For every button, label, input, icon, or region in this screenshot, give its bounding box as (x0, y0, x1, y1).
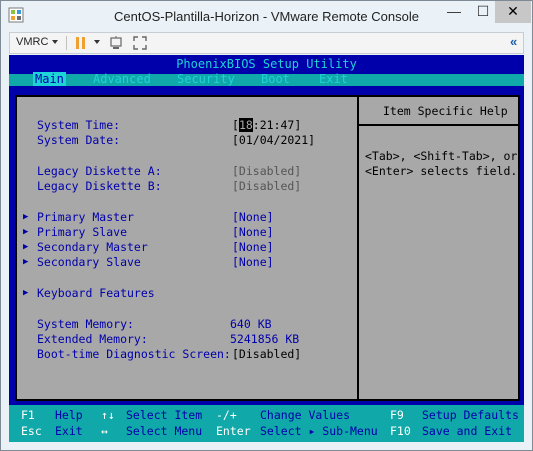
boot-diagnostic-value[interactable]: [Disabled] (232, 347, 301, 361)
key-enter-desc: Select ▸ Sub-Menu (260, 424, 378, 438)
pause-icon[interactable] (76, 37, 86, 49)
tab-exit[interactable]: Exit (319, 72, 348, 86)
key-leftright-desc: Select Menu (126, 424, 203, 438)
keyboard-features-item[interactable]: Keyboard Features (37, 286, 155, 300)
submenu-arrow-icon: ▶ (23, 212, 29, 222)
key-plusminus: -/+ (216, 408, 237, 422)
system-date-label: System Date: (37, 133, 121, 147)
legacy-diskette-a-value[interactable]: [Disabled] (232, 164, 301, 178)
fullscreen-icon[interactable] (132, 35, 148, 51)
vmrc-window: CentOS-Plantilla-Horizon - VMware Remote… (0, 0, 533, 451)
send-keys-icon[interactable] (108, 35, 124, 51)
secondary-master-item[interactable]: Secondary Master (37, 240, 148, 254)
system-time-label: System Time: (37, 118, 121, 132)
collapse-toolbar-icon[interactable]: « (510, 34, 517, 49)
vmrc-toolbar: VMRC « (9, 32, 524, 54)
settings-panel: Item Specific Help <Tab>, <Shift-Tab>, o… (15, 95, 520, 401)
secondary-master-value: [None] (232, 240, 274, 254)
extended-memory-label: Extended Memory: (37, 332, 148, 346)
primary-master-item[interactable]: Primary Master (37, 210, 134, 224)
help-text-line-2: <Enter> selects field. (365, 164, 518, 178)
system-memory-label: System Memory: (37, 317, 134, 331)
time-rest: :21:47] (252, 118, 302, 132)
key-enter: Enter (216, 424, 251, 438)
maximize-button[interactable]: ☐ (468, 1, 498, 23)
system-date-value[interactable]: [01/04/2021] (232, 133, 315, 147)
tab-security[interactable]: Security (177, 72, 235, 86)
tab-advanced[interactable]: Advanced (93, 72, 151, 86)
legacy-diskette-b-value[interactable]: [Disabled] (232, 179, 301, 193)
help-title-divider (359, 124, 520, 126)
key-updown-desc: Select Item (126, 408, 203, 422)
key-f9: F9 (390, 408, 404, 422)
submenu-arrow-icon: ▶ (23, 227, 29, 237)
tab-main[interactable]: Main (33, 72, 66, 86)
boot-diagnostic-label: Boot-time Diagnostic Screen: (37, 347, 231, 361)
vmrc-menu-button[interactable]: VMRC (16, 36, 48, 48)
help-text-line-1: <Tab>, <Shift-Tab>, or (365, 149, 518, 163)
time-hour-cursor[interactable]: 18 (238, 118, 253, 132)
submenu-arrow-icon: ▶ (23, 257, 29, 267)
submenu-arrow-icon: ▶ (23, 288, 29, 298)
key-legend: F1 Help ↑↓ Select Item -/+ Change Values… (9, 405, 524, 442)
key-f1-desc: Help (55, 408, 83, 422)
system-memory-value: 640 KB (230, 317, 272, 331)
legacy-diskette-b-label: Legacy Diskette B: (37, 179, 162, 193)
minimize-button[interactable]: — (439, 1, 469, 23)
chevron-down-icon[interactable] (94, 40, 100, 44)
primary-slave-item[interactable]: Primary Slave (37, 225, 127, 239)
bios-title: PhoenixBIOS Setup Utility (176, 57, 357, 71)
primary-master-value: [None] (232, 210, 274, 224)
key-esc-desc: Exit (55, 424, 83, 438)
tab-boot[interactable]: Boot (261, 72, 290, 86)
primary-slave-value: [None] (232, 225, 274, 239)
key-updown: ↑↓ (101, 408, 115, 422)
key-esc: Esc (21, 424, 42, 438)
bracket-open: [ (232, 118, 239, 132)
key-f9-desc: Setup Defaults (422, 408, 519, 422)
secondary-slave-value: [None] (232, 255, 274, 269)
key-leftright: ↔ (101, 424, 108, 438)
panel-divider (357, 97, 359, 399)
key-f1: F1 (21, 408, 35, 422)
extended-memory-value: 5241856 KB (230, 332, 300, 346)
toolbar-separator (66, 36, 67, 50)
secondary-slave-item[interactable]: Secondary Slave (37, 255, 141, 269)
help-title: Item Specific Help (383, 104, 508, 118)
bios-screen[interactable]: PhoenixBIOS Setup Utility Main Advanced … (9, 55, 524, 442)
submenu-arrow-icon: ▶ (23, 242, 29, 252)
key-f10-desc: Save and Exit (422, 424, 513, 438)
legacy-diskette-a-label: Legacy Diskette A: (37, 164, 162, 178)
title-bar[interactable]: CentOS-Plantilla-Horizon - VMware Remote… (1, 1, 532, 31)
key-f10: F10 (390, 424, 411, 438)
chevron-down-icon[interactable] (52, 40, 58, 44)
system-time-value[interactable]: [18:21:47] (232, 118, 301, 132)
close-button[interactable]: ✕ (495, 1, 531, 23)
key-plusminus-desc: Change Values (260, 408, 351, 422)
